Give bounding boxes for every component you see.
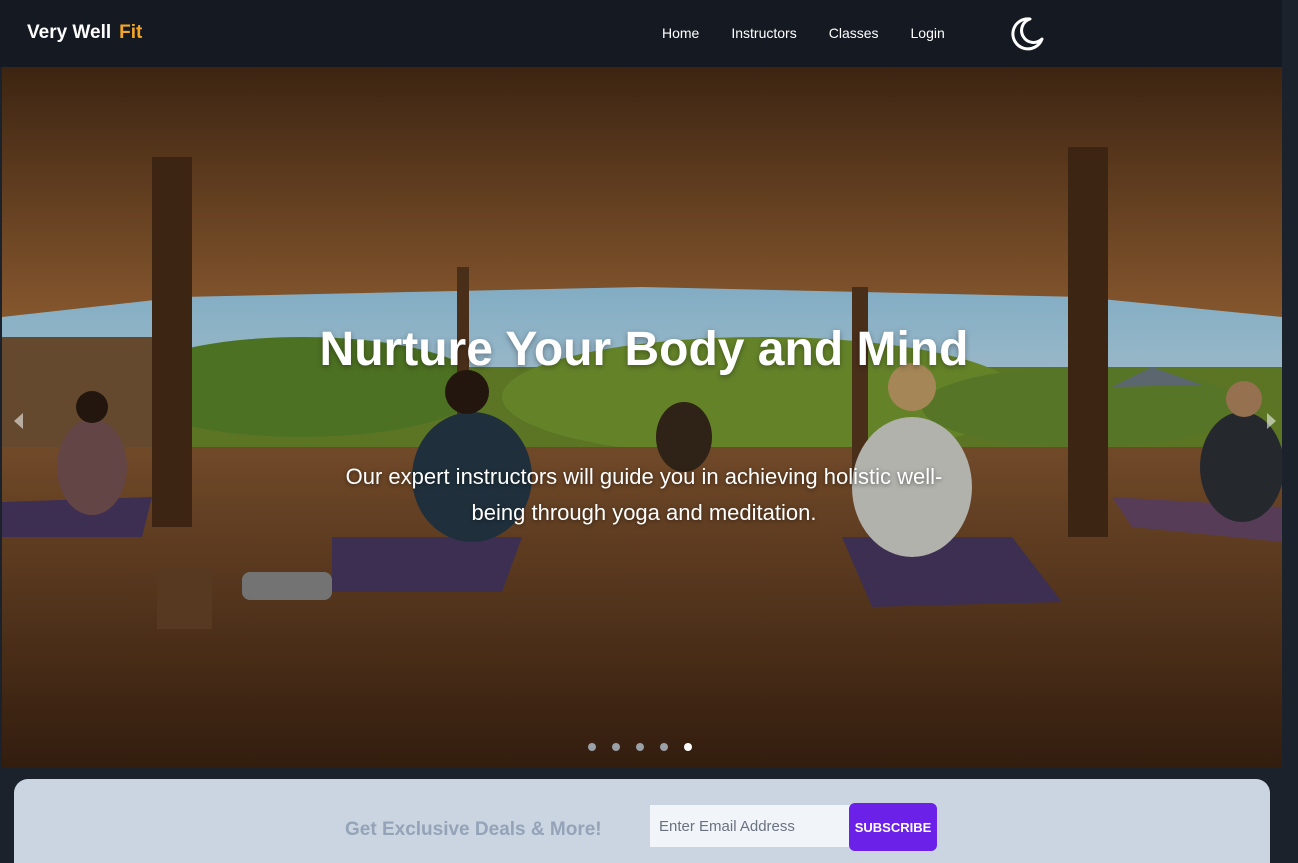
carousel-indicators [588,743,692,751]
subscribe-button[interactable]: SUBSCRIBE [849,803,937,851]
email-field[interactable] [650,805,850,847]
carousel-dot-4[interactable] [660,743,668,751]
carousel-dot-5[interactable] [684,743,692,751]
nav-links: Home Instructors Classes Login [662,25,977,41]
hero-overlay [2,67,1282,767]
hero-subtitle: Our expert instructors will guide you in… [345,464,943,525]
page: Very Well Fit Home Instructors Classes Lo… [0,0,1298,863]
scrollbar-track[interactable] [1282,0,1298,863]
nav-link-login[interactable]: Login [911,25,945,41]
brand-name: Very Well [27,22,112,43]
chevron-right-icon[interactable] [1262,411,1280,431]
nav-link-instructors[interactable]: Instructors [731,25,796,41]
navbar: Very Well Fit Home Instructors Classes Lo… [0,0,1282,67]
chevron-left-icon[interactable] [10,411,28,431]
nav-link-home[interactable]: Home [662,25,699,41]
hero-title: Nurture Your Body and Mind [319,323,969,376]
carousel-dot-1[interactable] [588,743,596,751]
moon-icon[interactable] [1008,15,1046,53]
carousel-dot-2[interactable] [612,743,620,751]
newsletter-banner: Get Exclusive Deals & More! SUBSCRIBE [14,779,1270,863]
hero-carousel: Nurture Your Body and Mind Our expert in… [2,67,1282,767]
nav-link-classes[interactable]: Classes [829,25,879,41]
brand-logo[interactable]: Very Well Fit [27,22,142,44]
brand-accent: Fit [119,22,143,43]
newsletter-label: Get Exclusive Deals & More! [345,819,602,840]
carousel-dot-3[interactable] [636,743,644,751]
